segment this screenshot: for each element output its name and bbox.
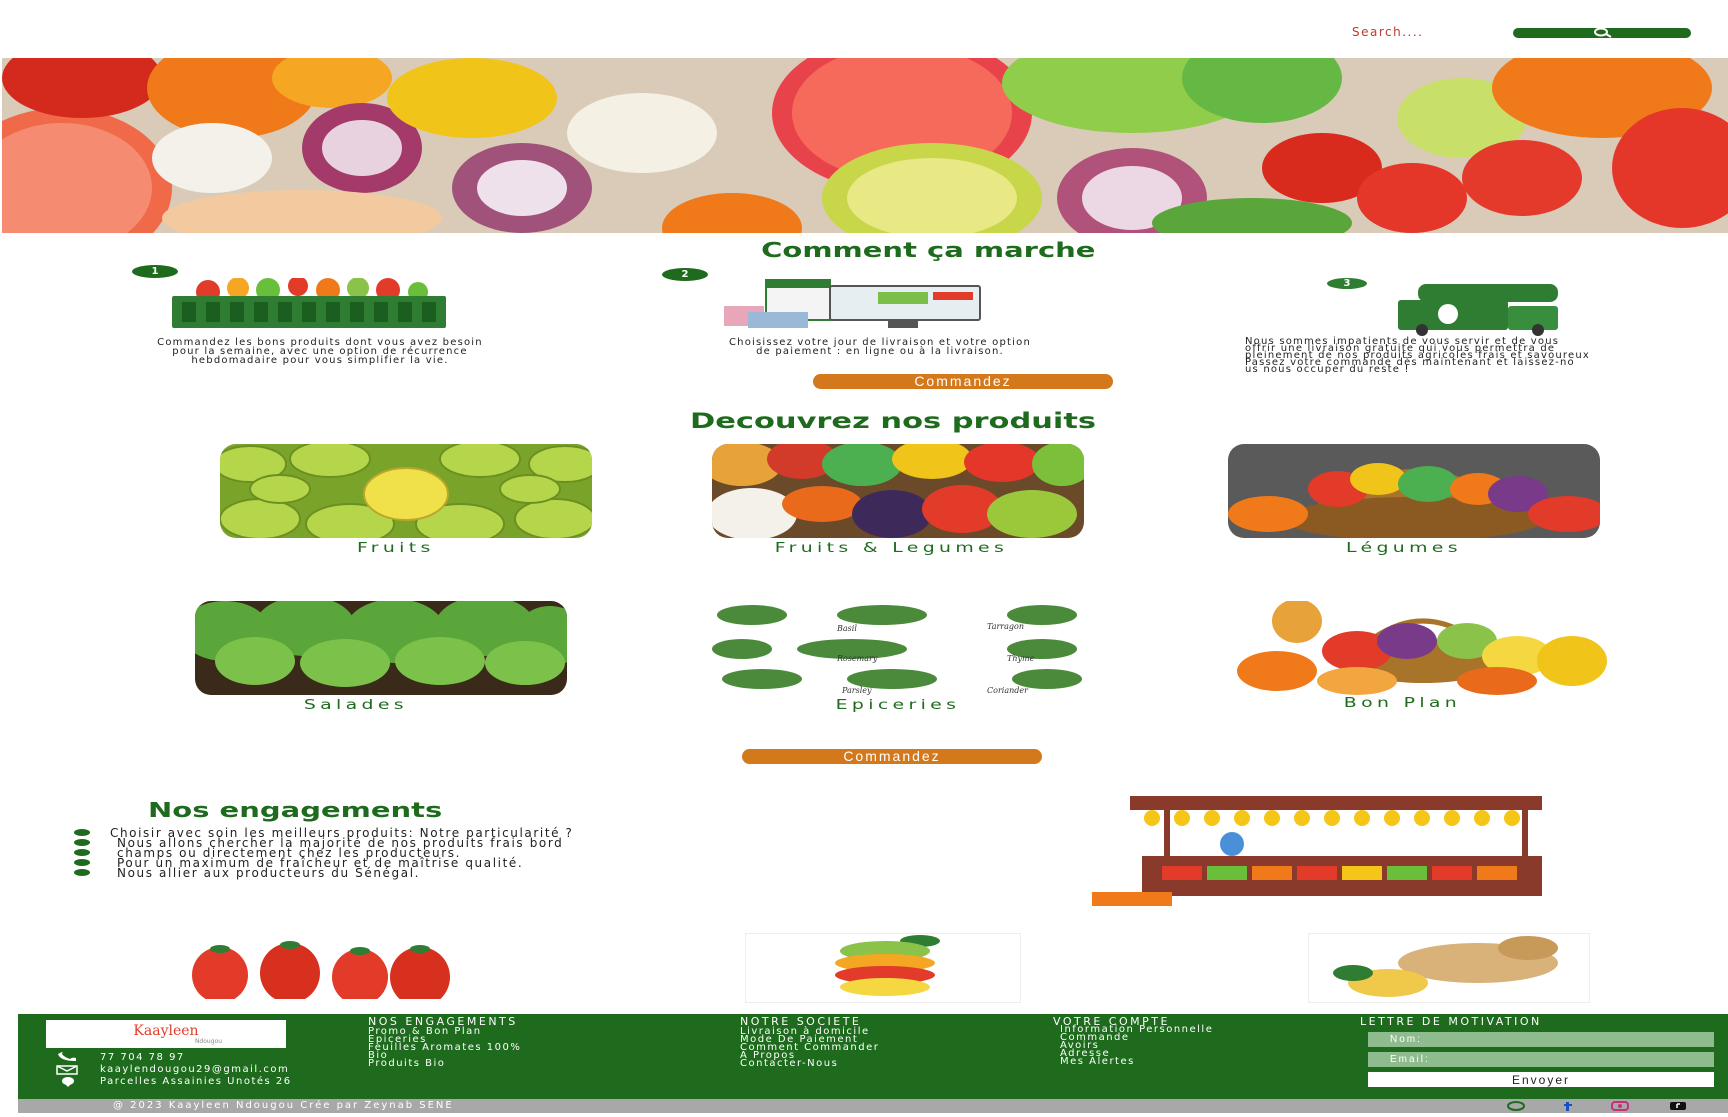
product-label-fruits[interactable]: Fruits xyxy=(210,542,582,556)
engagements-list: Choisir avec soin les meilleurs produits… xyxy=(70,827,830,879)
bullet-icon xyxy=(74,839,90,846)
footer-address[interactable]: Parcelles Assainies Unotés 26 xyxy=(100,1077,292,1087)
engagement-item: Nous allier aux producteurs du Sénégal. xyxy=(70,867,830,879)
product-image-bon-plan[interactable] xyxy=(1237,601,1609,695)
search-button[interactable] xyxy=(1513,27,1691,38)
products-title: Decouvrez nos produits xyxy=(689,409,1097,433)
product-label-salades[interactable]: Salades xyxy=(170,699,542,713)
hero-banner xyxy=(2,58,1728,233)
copyright-text: @ 2023 Kaayleen Ndougou Crée par Zeynab … xyxy=(113,1100,454,1111)
footer-copyright-bar: @ 2023 Kaayleen Ndougou Crée par Zeynab … xyxy=(18,1099,1728,1113)
product-image-epiceries[interactable]: Basil Tarragon Rosemary Thyme Parsley Co… xyxy=(712,601,1084,695)
tiktok-icon[interactable] xyxy=(1668,1101,1688,1111)
instagram-icon[interactable] xyxy=(1610,1101,1630,1111)
product-label-fruits-legumes[interactable]: Fruits & Legumes xyxy=(705,542,1077,556)
step-3-delivery-truck-image xyxy=(1398,284,1558,336)
footer-phone[interactable]: 77 704 78 97 xyxy=(100,1053,185,1063)
newsletter-title: LETTRE DE MOTIVATION xyxy=(1360,1015,1542,1028)
tomatoes-image xyxy=(192,941,450,999)
bullet-icon xyxy=(74,869,90,876)
footer-link[interactable]: Feuilles Aromates 100% xyxy=(368,1043,521,1053)
footer-link[interactable]: Produits Bio xyxy=(368,1059,445,1069)
engagements-title: Nos engagements xyxy=(148,798,443,822)
herb-label-tarragon: Tarragon xyxy=(987,622,1024,631)
footer-link[interactable]: Contacter-Nous xyxy=(740,1059,838,1069)
bullet-icon xyxy=(74,859,90,866)
step-3-number: 3 xyxy=(1327,278,1367,289)
email-icon xyxy=(56,1065,78,1075)
step-1-produce-crate-image xyxy=(172,278,446,328)
newsletter-name-input[interactable] xyxy=(1368,1032,1714,1047)
footer: Kaayleen Ndougou 77 704 78 97 kaaylendou… xyxy=(18,1014,1728,1099)
product-label-legumes[interactable]: Légumes xyxy=(1218,542,1590,556)
herb-label-coriander: Coriander xyxy=(987,686,1029,695)
order-button-top[interactable]: Commandez xyxy=(813,374,1113,389)
footer-logo[interactable]: Kaayleen Ndougou xyxy=(46,1020,286,1048)
herb-label-parsley: Parsley xyxy=(841,686,872,695)
whatsapp-icon[interactable] xyxy=(1506,1101,1526,1111)
order-button-products[interactable]: Commandez xyxy=(742,749,1042,764)
market-stall-image xyxy=(1092,796,1542,906)
bullet-icon xyxy=(74,829,90,836)
step-1-number: 1 xyxy=(132,265,178,278)
product-label-epiceries[interactable]: Epiceries xyxy=(712,699,1084,713)
product-image-legumes[interactable] xyxy=(1228,444,1600,538)
product-image-fruits[interactable] xyxy=(220,444,592,538)
search-icon xyxy=(1594,27,1612,38)
ginger-image xyxy=(1308,933,1590,1003)
location-icon xyxy=(62,1077,74,1087)
page: { "header": {"search_placeholder": "Sear… xyxy=(0,0,1728,1117)
step-2-calendar-computer-image xyxy=(724,279,981,328)
hero-produce-image xyxy=(2,58,1728,233)
search-input[interactable] xyxy=(1352,22,1492,42)
step-2-number: 2 xyxy=(662,268,708,281)
logo-sub-text: Ndougou xyxy=(194,1038,222,1045)
newsletter-email-input[interactable] xyxy=(1368,1052,1714,1067)
herb-label-thyme: Thyme xyxy=(1007,654,1035,663)
layered-fruit-image xyxy=(745,933,1021,1003)
facebook-icon[interactable] xyxy=(1558,1101,1578,1111)
herb-label-basil: Basil xyxy=(836,624,857,633)
product-image-fruits-legumes[interactable] xyxy=(712,444,1084,538)
logo-text: Kaayleen xyxy=(133,1023,199,1039)
bullet-icon xyxy=(74,849,90,856)
newsletter-send-button[interactable]: Envoyer xyxy=(1368,1072,1714,1087)
step-2-text: Choisissez votre jour de livraison et vo… xyxy=(729,337,1031,357)
footer-link[interactable]: Mes Alertes xyxy=(1060,1057,1135,1067)
herb-label-rosemary: Rosemary xyxy=(836,654,878,663)
how-it-works-title: Comment ça marche xyxy=(760,238,1096,262)
product-label-bon-plan[interactable]: Bon Plan xyxy=(1216,697,1588,711)
product-image-salades[interactable] xyxy=(195,601,567,695)
footer-email[interactable]: kaaylendougou29@gmail.com xyxy=(100,1065,289,1075)
step-1-text: Commandez les bons produits dont vous av… xyxy=(157,337,483,366)
phone-icon xyxy=(58,1052,76,1061)
step-3-text: Nous sommes impatients de vous servir et… xyxy=(1245,336,1591,375)
